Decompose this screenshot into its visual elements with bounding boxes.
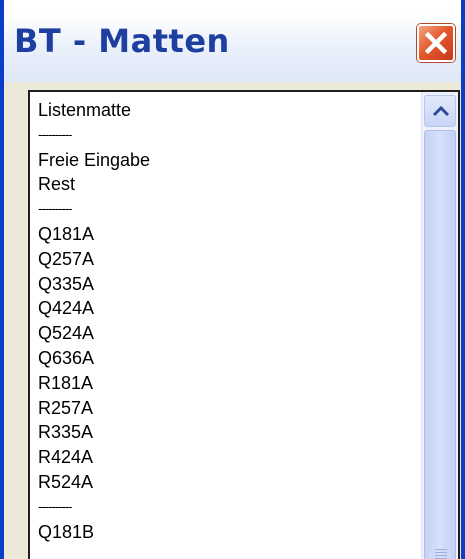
list-item[interactable]: Rest <box>38 172 408 197</box>
close-icon <box>424 31 448 55</box>
list-item[interactable]: Freie Eingabe <box>38 148 408 173</box>
title-bar[interactable]: BT - Matten <box>4 0 461 82</box>
mat-list: Listenmatte ---------- Freie Eingabe Rest --… <box>38 98 408 544</box>
list-item[interactable]: Q636A <box>38 346 408 371</box>
close-button[interactable] <box>417 24 455 62</box>
list-item[interactable]: R524A <box>38 470 408 495</box>
scroll-thumb[interactable] <box>424 130 456 559</box>
dialog-window: BT - Matten Listenmatte ---------- Freie E… <box>0 0 465 559</box>
list-item[interactable]: ---------- <box>38 495 408 520</box>
list-item[interactable]: R335A <box>38 420 408 445</box>
chevron-up-icon <box>432 105 450 117</box>
mat-listbox[interactable]: Listenmatte ---------- Freie Eingabe Rest --… <box>28 90 460 559</box>
list-item[interactable]: Q335A <box>38 272 408 297</box>
window-title: BT - Matten <box>14 22 230 60</box>
scroll-up-button[interactable] <box>424 95 456 127</box>
list-item[interactable]: R424A <box>38 445 408 470</box>
vertical-scrollbar[interactable] <box>421 92 458 559</box>
list-item[interactable]: ---------- <box>38 123 408 148</box>
list-item[interactable]: Q424A <box>38 296 408 321</box>
list-item[interactable]: Q181A <box>38 222 408 247</box>
list-item[interactable]: Q181B <box>38 520 408 545</box>
list-item[interactable]: ---------- <box>38 197 408 222</box>
list-item[interactable]: Q524A <box>38 321 408 346</box>
grip-icon <box>435 549 447 559</box>
list-item[interactable]: R181A <box>38 371 408 396</box>
list-item[interactable]: Listenmatte <box>38 98 408 123</box>
list-item[interactable]: Q257A <box>38 247 408 272</box>
list-item[interactable]: R257A <box>38 396 408 421</box>
